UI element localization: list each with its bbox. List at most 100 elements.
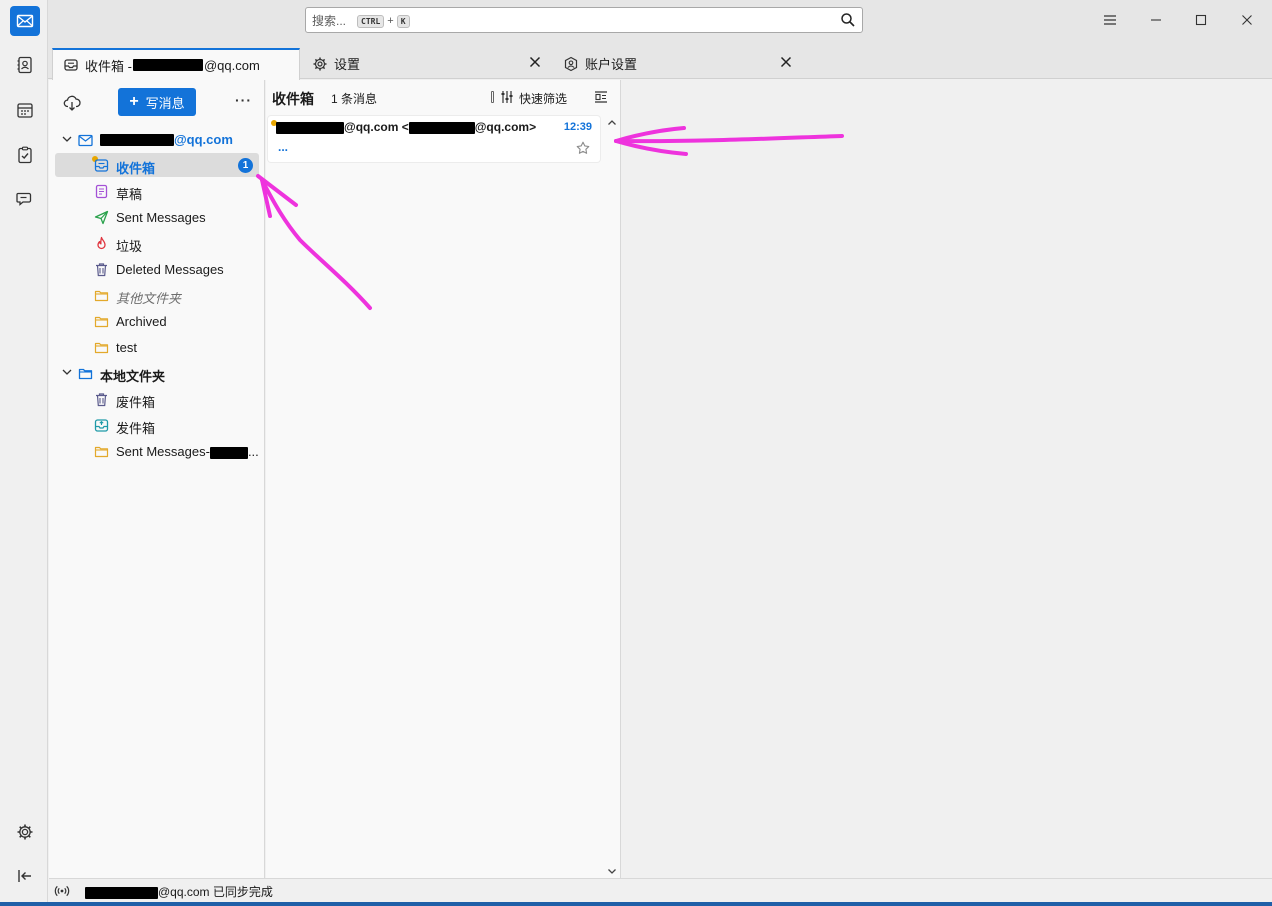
fire-icon — [97, 236, 106, 250]
compose-button[interactable]: + 写消息 — [118, 88, 196, 116]
folder-deleted[interactable]: Deleted Messages — [55, 257, 259, 281]
folder-label: Archived — [116, 314, 167, 329]
message-preview: ... — [278, 140, 289, 154]
status-text: @qq.com 已同步完成 — [85, 883, 273, 900]
trash-icon — [96, 263, 107, 277]
address-book-icon[interactable] — [10, 50, 40, 80]
folder-pane: + 写消息 ··· @qq.com 收件箱 1 草稿 Sent Messages… — [49, 80, 265, 878]
message-row[interactable]: @qq.com < @qq.com> 12:39 ... — [268, 116, 600, 162]
folder-pane-more-button[interactable]: ··· — [235, 92, 252, 108]
tab-account-settings[interactable]: 账户设置 — [553, 48, 801, 79]
calendar-icon[interactable] — [10, 95, 40, 125]
maximize-icon[interactable] — [1192, 11, 1210, 29]
folder-label: 发件箱 — [116, 421, 156, 436]
chevron-down-icon[interactable] — [61, 366, 73, 378]
folder-label: Sent Messages- — [116, 444, 210, 459]
tab-settings[interactable]: 设置 — [302, 48, 550, 79]
chevron-down-icon[interactable] — [61, 133, 73, 145]
tab-inbox[interactable]: 收件箱 - @qq.com — [52, 48, 300, 80]
redacted-account — [408, 121, 475, 134]
collapse-icon[interactable] — [10, 861, 40, 891]
tab-inbox-domain: @qq.com — [203, 57, 260, 73]
trash-icon — [96, 393, 107, 407]
local-folder-icon — [78, 368, 93, 380]
filter-icon[interactable] — [500, 90, 514, 104]
thread-pane: 收件箱 1 条消息 快速筛选 @qq.com < @qq.com> 12:39 .… — [266, 80, 621, 878]
spaces-toolbar — [0, 0, 48, 906]
close-window-icon[interactable] — [1238, 11, 1256, 29]
folder-label-ellipsis: ... — [247, 444, 259, 459]
send-icon — [94, 210, 109, 225]
scrollbar-divider — [491, 91, 494, 103]
settings-icon[interactable] — [10, 817, 40, 847]
inbox-icon — [64, 59, 78, 71]
folder-title: 收件箱 — [272, 91, 314, 107]
redacted-account — [132, 59, 203, 71]
minimize-icon[interactable] — [1147, 11, 1165, 29]
folder-label: 收件箱 — [116, 161, 156, 176]
search-placeholder: 搜索... — [312, 13, 347, 28]
close-tab-icon[interactable] — [779, 55, 793, 69]
tab-bar: 收件箱 - @qq.com 设置 账户设置 — [48, 42, 1272, 80]
folder-outbox[interactable]: 发件箱 — [55, 413, 259, 437]
folder-drafts[interactable]: 草稿 — [55, 179, 259, 203]
title-bar: 搜索... CTRL + K — [48, 0, 1272, 42]
folder-label: 废件箱 — [116, 395, 156, 410]
message-count: 1 条消息 — [331, 92, 378, 106]
account-row[interactable]: @qq.com — [55, 128, 259, 152]
search-icon[interactable] — [840, 12, 856, 28]
folder-sent[interactable]: Sent Messages — [55, 205, 259, 229]
mail-icon[interactable] — [10, 6, 40, 36]
menu-icon[interactable] — [1101, 11, 1119, 29]
folder-local-sent[interactable]: Sent Messages-... — [55, 439, 259, 463]
account-name: @qq.com — [174, 132, 233, 147]
redacted-account — [209, 446, 248, 459]
folder-label: Sent Messages — [116, 210, 206, 225]
tab-settings-label: 设置 — [334, 57, 361, 72]
layout-icon[interactable] — [594, 90, 608, 104]
quick-filter-button[interactable]: 快速筛选 — [519, 90, 567, 107]
redacted-account — [85, 886, 158, 899]
gear-icon — [313, 57, 327, 70]
folder-inbox[interactable]: 收件箱 1 — [55, 153, 259, 177]
local-folders-label: 本地文件夹 — [100, 369, 166, 384]
local-folders-row[interactable]: 本地文件夹 — [55, 361, 259, 385]
folder-junk[interactable]: 垃圾 — [55, 231, 259, 255]
outbox-icon — [94, 419, 109, 432]
plus-icon: + — [129, 93, 139, 110]
kbd-k: K — [396, 15, 410, 28]
tab-inbox-label: 收件箱 - — [85, 58, 132, 74]
message-sender: @qq.com < @qq.com> — [276, 120, 536, 134]
kbd-plus: + — [387, 15, 394, 27]
message-pane — [622, 80, 1272, 878]
folder-label: 草稿 — [116, 187, 143, 202]
folder-label: Deleted Messages — [116, 262, 224, 277]
inbox-icon — [94, 159, 109, 172]
close-tab-icon[interactable] — [528, 55, 542, 69]
tab-account-settings-label: 账户设置 — [585, 57, 638, 72]
global-search-box[interactable]: 搜索... CTRL + K — [305, 7, 863, 33]
folder-local-trash[interactable]: 废件箱 — [55, 387, 259, 411]
folder-icon — [94, 342, 109, 354]
account-settings-icon — [564, 56, 578, 71]
redacted-account — [276, 121, 344, 134]
message-time: 12:39 — [563, 121, 592, 133]
online-status-icon[interactable] — [54, 883, 70, 899]
scrollbar[interactable] — [606, 116, 618, 878]
compose-label: 写消息 — [145, 95, 185, 111]
get-messages-icon[interactable] — [63, 94, 81, 112]
folder-archived[interactable]: Archived — [55, 309, 259, 333]
folder-test[interactable]: test — [55, 335, 259, 359]
unread-badge: 1 — [238, 158, 253, 173]
folder-other[interactable]: 其他文件夹 — [55, 283, 259, 307]
chevron-up-icon[interactable] — [607, 118, 617, 128]
star-icon[interactable] — [576, 141, 590, 155]
tasks-icon[interactable] — [10, 140, 40, 170]
taskbar-edge — [0, 902, 1272, 906]
chat-icon[interactable] — [10, 184, 40, 214]
folder-icon — [94, 316, 109, 328]
account-mail-icon — [78, 134, 93, 147]
chevron-down-icon[interactable] — [607, 866, 617, 876]
folder-label: test — [116, 340, 137, 355]
status-bar: @qq.com 已同步完成 — [49, 878, 1272, 902]
